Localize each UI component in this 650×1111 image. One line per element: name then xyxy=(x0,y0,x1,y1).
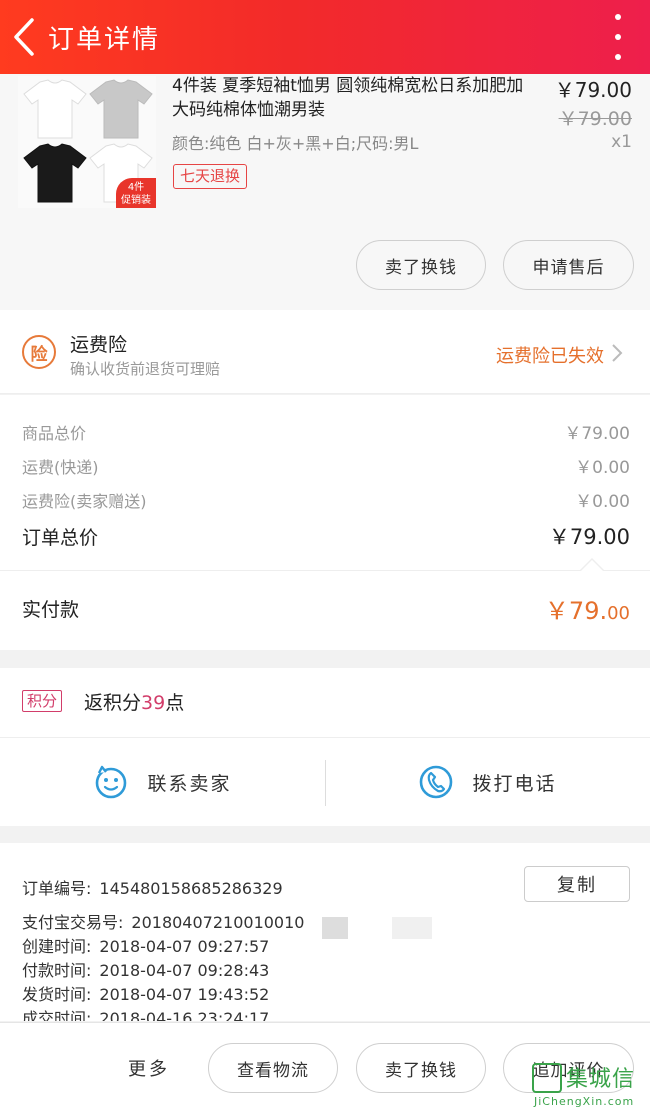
summary-value: ￥79.00 xyxy=(564,424,630,444)
insurance-subtitle: 确认收货前退货可理赔 xyxy=(70,360,221,378)
redacted-block xyxy=(392,917,432,939)
info-label: 发货时间: xyxy=(22,985,92,1004)
phone-icon xyxy=(420,765,453,799)
product-price: ￥79.00 xyxy=(554,78,632,102)
paid-time: 2018-04-07 09:28:43 xyxy=(99,961,270,980)
paid-amount-row: 实付款 ￥79.00 xyxy=(0,558,650,650)
summary-value: ￥0.00 xyxy=(575,492,630,512)
paid-time-row: 付款时间: 2018-04-07 09:28:43 xyxy=(22,957,269,981)
watermark-sub: JiChengXin.com xyxy=(534,1095,635,1108)
watermark-box xyxy=(532,1063,562,1093)
dot-icon xyxy=(615,34,621,40)
summary-row: 运费险(卖家赠送) ￥0.00 xyxy=(22,487,630,513)
info-label: 订单编号: xyxy=(22,879,92,898)
paid-amount: ￥79.00 xyxy=(545,591,630,626)
return-policy-tag: 七天退换 xyxy=(173,164,248,189)
info-label: 创建时间: xyxy=(22,937,92,956)
contact-seller-label: 联系卖家 xyxy=(147,772,232,795)
alipay-number-row: 支付宝交易号: 20180407210010010 xyxy=(22,909,304,933)
sell-for-cash-button[interactable]: 卖了换钱 xyxy=(356,1043,486,1093)
view-logistics-button[interactable]: 查看物流 xyxy=(208,1043,338,1093)
points-value: 39 xyxy=(141,692,166,714)
summary-row: 商品总价 ￥79.00 xyxy=(22,419,630,445)
after-sales-button[interactable]: 申请售后 xyxy=(503,240,634,290)
page-title: 订单详情 xyxy=(48,24,161,55)
product-name[interactable]: 4件装 夏季短袖t恤男 圆领纯棉宽松日系加肥加大码纯棉体恤潮男装 xyxy=(172,74,540,122)
points-row: 积分 返积分39点 xyxy=(0,668,650,738)
created-time: 2018-04-07 09:27:57 xyxy=(99,937,270,956)
order-total-value: ￥79.00 xyxy=(548,525,630,549)
shipping-insurance-row[interactable]: 险 运费险 确认收货前退货可理赔 运费险已失效 xyxy=(0,310,650,394)
dot-icon xyxy=(615,54,621,60)
grey-tshirt-image xyxy=(88,78,154,140)
alipay-number: 20180407210010010 xyxy=(131,913,305,932)
shipped-time: 2018-04-07 19:43:52 xyxy=(99,985,270,1004)
order-info: 订单编号: 145480158685286329 复制 支付宝交易号: 201804… xyxy=(0,843,650,1021)
promo-badge: 4件 促销装 xyxy=(116,178,156,208)
insurance-icon: 险 xyxy=(22,335,56,369)
copy-button[interactable]: 复制 xyxy=(524,866,630,902)
bottom-action-bar: 更多 查看物流 卖了换钱 追加评价 集城信 JiChengXin.com xyxy=(0,1022,650,1111)
info-label: 支付宝交易号: xyxy=(22,913,124,932)
order-total-label: 订单总价 xyxy=(22,526,99,549)
paid-label: 实付款 xyxy=(22,599,80,621)
more-menu-button[interactable] xyxy=(612,14,624,60)
badge-line: 促销装 xyxy=(121,195,151,206)
paid-amount-int: ￥79. xyxy=(544,597,608,625)
more-button[interactable]: 更多 xyxy=(128,1055,170,1081)
summary-label: 商品总价 xyxy=(22,423,87,443)
watermark-logo: 集城信 JiChengXin.com xyxy=(532,1061,644,1109)
original-price: ￥79.00 xyxy=(558,108,632,130)
order-number-row: 订单编号: 145480158685286329 xyxy=(22,875,283,899)
chevron-right-icon xyxy=(612,344,623,362)
price-summary: 商品总价 ￥79.00 运费(快递) ￥0.00 运费险(卖家赠送) ￥0.00… xyxy=(0,395,650,570)
contact-seller-button[interactable]: 联系卖家 xyxy=(0,738,325,826)
product-card: 4件 促销装 4件装 夏季短袖t恤男 圆领纯棉宽松日系加肥加大码纯棉体恤潮男装 … xyxy=(0,74,650,310)
call-phone-label: 拨打电话 xyxy=(472,772,557,795)
insurance-title: 运费险 xyxy=(70,334,128,356)
summary-label: 运费(快递) xyxy=(22,457,99,477)
completed-time-row: 成交时间: 2018-04-16 23:24:17 xyxy=(22,1005,269,1021)
completed-time: 2018-04-16 23:24:17 xyxy=(99,1009,270,1021)
notch-decoration xyxy=(581,560,603,571)
order-number: 145480158685286329 xyxy=(99,879,283,898)
info-label: 成交时间: xyxy=(22,1009,92,1021)
back-button[interactable] xyxy=(2,0,46,74)
summary-value: ￥0.00 xyxy=(575,458,630,478)
created-time-row: 创建时间: 2018-04-07 09:27:57 xyxy=(22,933,269,957)
paid-amount-dec: 00 xyxy=(607,603,630,624)
order-total-row: 订单总价 ￥79.00 xyxy=(22,521,630,551)
call-phone-button[interactable]: 拨打电话 xyxy=(325,738,650,826)
dot-icon xyxy=(615,14,621,20)
top-header: 订单详情 xyxy=(0,0,650,74)
info-label: 付款时间: xyxy=(22,961,92,980)
summary-row: 运费(快递) ￥0.00 xyxy=(22,453,630,479)
redacted-block xyxy=(322,917,348,939)
product-thumbnail[interactable]: 4件 促销装 xyxy=(18,76,156,208)
points-tag: 积分 xyxy=(22,690,63,712)
points-text: 返积分39点 xyxy=(84,688,184,715)
watermark-text: 集城信 xyxy=(566,1067,636,1092)
sell-for-cash-button[interactable]: 卖了换钱 xyxy=(356,240,486,290)
points-suffix: 点 xyxy=(165,692,185,714)
summary-label: 运费险(卖家赠送) xyxy=(22,491,147,511)
contact-bar: 联系卖家 拨打电话 xyxy=(0,738,650,826)
shipped-time-row: 发货时间: 2018-04-07 19:43:52 xyxy=(22,981,269,1005)
chat-smile-icon xyxy=(96,765,127,799)
product-quantity: x1 xyxy=(611,132,632,152)
black-tshirt-image xyxy=(22,142,88,204)
points-prefix: 返积分 xyxy=(84,692,142,714)
badge-line: 4件 xyxy=(127,182,145,193)
chevron-left-icon xyxy=(14,18,34,56)
product-spec: 颜色:纯色 白+灰+黑+白;尺码:男L xyxy=(172,134,419,153)
insurance-status: 运费险已失效 xyxy=(496,346,604,367)
white-tshirt-image xyxy=(22,78,88,140)
